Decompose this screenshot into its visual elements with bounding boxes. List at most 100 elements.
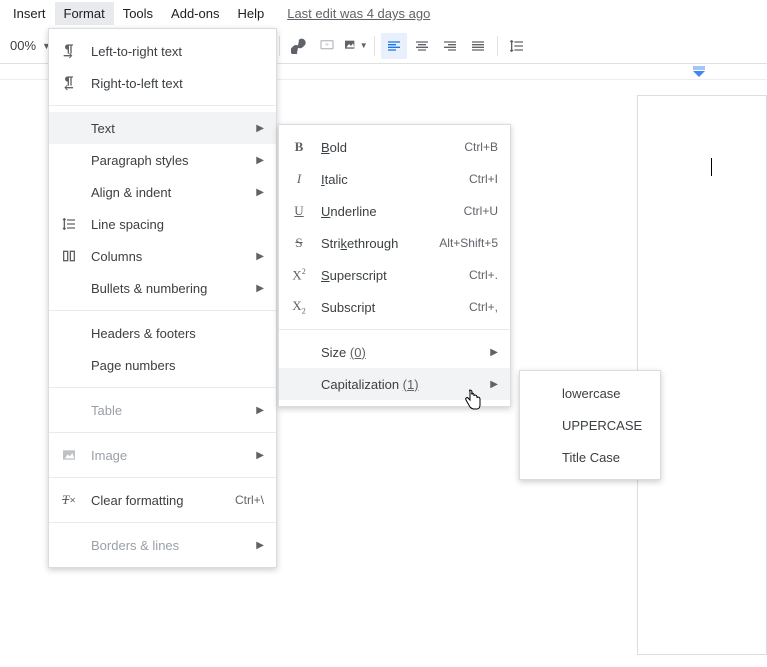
svg-text:+: + [325, 39, 329, 48]
subscript-icon: X2 [289, 297, 309, 317]
mi-headers-footers[interactable]: Headers & footers [49, 317, 276, 349]
line-spacing-icon [59, 214, 79, 234]
line-spacing-button[interactable] [504, 33, 530, 59]
last-edit-link[interactable]: Last edit was 4 days ago [287, 6, 430, 21]
mi-label: lowercase [562, 386, 648, 401]
mi-text[interactable]: Text ▶ [49, 112, 276, 144]
mi-align-indent[interactable]: Align & indent ▶ [49, 176, 276, 208]
mi-strikethrough[interactable]: S Strikethrough Alt+Shift+5 [279, 227, 510, 259]
mi-paragraph-styles[interactable]: Paragraph styles ▶ [49, 144, 276, 176]
separator [49, 387, 276, 388]
menu-help[interactable]: Help [228, 2, 273, 25]
mi-ltr[interactable]: Left-to-right text [49, 35, 276, 67]
image-icon [59, 445, 79, 465]
separator [49, 477, 276, 478]
mi-label: Align & indent [91, 185, 248, 200]
menu-addons[interactable]: Add-ons [162, 2, 228, 25]
mi-label: UPPERCASE [562, 418, 648, 433]
mi-capitalization[interactable]: Capitalization (1) ▶ [279, 368, 510, 400]
mi-underline[interactable]: U Underline Ctrl+U [279, 195, 510, 227]
insert-comment-button[interactable]: + [314, 33, 340, 59]
text-cursor [711, 158, 712, 176]
shortcut: Alt+Shift+5 [439, 236, 498, 250]
mi-label: Page numbers [91, 358, 264, 373]
mi-superscript[interactable]: X2 Superscript Ctrl+. [279, 259, 510, 291]
submenu-arrow-icon: ▶ [490, 379, 498, 390]
menubar: Insert Format Tools Add-ons Help Last ed… [0, 0, 767, 28]
mi-label: Strikethrough [321, 236, 439, 251]
submenu-arrow-icon: ▶ [256, 251, 264, 262]
menu-tools[interactable]: Tools [114, 2, 162, 25]
menu-insert[interactable]: Insert [4, 2, 55, 25]
mi-bullets-numbering[interactable]: Bullets & numbering ▶ [49, 272, 276, 304]
mi-columns[interactable]: Columns ▶ [49, 240, 276, 272]
mi-label: Underline [321, 204, 464, 219]
strikethrough-icon: S [289, 233, 309, 253]
submenu-arrow-icon: ▶ [256, 155, 264, 166]
submenu-arrow-icon: ▶ [256, 450, 264, 461]
separator [279, 36, 280, 56]
submenu-arrow-icon: ▶ [490, 347, 498, 358]
shortcut: Ctrl+U [464, 204, 498, 218]
zoom-value: 00% [10, 38, 36, 53]
mi-label: Superscript [321, 268, 469, 283]
mi-label: Subscript [321, 300, 469, 315]
mi-uppercase[interactable]: UPPERCASE [520, 409, 660, 441]
submenu-arrow-icon: ▶ [256, 540, 264, 551]
mi-label: Columns [91, 249, 248, 264]
indent-marker-icon[interactable] [693, 66, 705, 78]
shortcut: Ctrl+, [469, 300, 498, 314]
menu-format[interactable]: Format [55, 2, 114, 25]
separator [49, 105, 276, 106]
mi-label: Text [91, 121, 248, 136]
mi-label: Table [91, 403, 248, 418]
italic-icon: I [289, 169, 309, 189]
columns-icon [59, 246, 79, 266]
mi-label: Bold [321, 140, 464, 155]
separator [279, 329, 510, 330]
mi-image: Image ▶ [49, 439, 276, 471]
submenu-arrow-icon: ▶ [256, 123, 264, 134]
separator [49, 432, 276, 433]
mi-rtl[interactable]: Right-to-left text [49, 67, 276, 99]
mi-label: Size (0) [321, 345, 482, 360]
mi-clear-formatting[interactable]: T✕ Clear formatting Ctrl+\ [49, 484, 276, 516]
mi-label: Capitalization (1) [321, 377, 482, 392]
format-dropdown: Left-to-right text Right-to-left text Te… [48, 28, 277, 568]
mi-borders-lines: Borders & lines ▶ [49, 529, 276, 561]
mi-table: Table ▶ [49, 394, 276, 426]
shortcut: Ctrl+B [464, 140, 498, 154]
align-center-button[interactable] [409, 33, 435, 59]
mi-label: Right-to-left text [91, 76, 264, 91]
mi-lowercase[interactable]: lowercase [520, 377, 660, 409]
align-right-button[interactable] [437, 33, 463, 59]
shortcut: Ctrl+I [469, 172, 498, 186]
separator [374, 36, 375, 56]
clear-formatting-icon: T✕ [59, 490, 79, 510]
mi-subscript[interactable]: X2 Subscript Ctrl+, [279, 291, 510, 323]
bold-icon: B [289, 137, 309, 157]
mi-label: Headers & footers [91, 326, 264, 341]
text-submenu: B Bold Ctrl+B I Italic Ctrl+I U Underlin… [278, 124, 511, 407]
mi-title-case[interactable]: Title Case [520, 441, 660, 473]
capitalization-submenu: lowercase UPPERCASE Title Case [519, 370, 661, 480]
mi-line-spacing[interactable]: Line spacing [49, 208, 276, 240]
submenu-arrow-icon: ▶ [256, 405, 264, 416]
mi-size[interactable]: Size (0) ▶ [279, 336, 510, 368]
mi-label: Borders & lines [91, 538, 248, 553]
underline-icon: U [289, 201, 309, 221]
mi-label: Image [91, 448, 248, 463]
shortcut: Ctrl+. [469, 268, 498, 282]
insert-link-button[interactable] [286, 33, 312, 59]
mi-page-numbers[interactable]: Page numbers [49, 349, 276, 381]
mi-label: Clear formatting [91, 493, 235, 508]
mi-bold[interactable]: B Bold Ctrl+B [279, 131, 510, 163]
align-justify-button[interactable] [465, 33, 491, 59]
mi-label: Paragraph styles [91, 153, 248, 168]
insert-image-button[interactable]: ▼ [342, 33, 368, 59]
mi-label: Line spacing [91, 217, 264, 232]
align-left-button[interactable] [381, 33, 407, 59]
mi-italic[interactable]: I Italic Ctrl+I [279, 163, 510, 195]
rtl-icon [59, 73, 79, 93]
separator [49, 310, 276, 311]
